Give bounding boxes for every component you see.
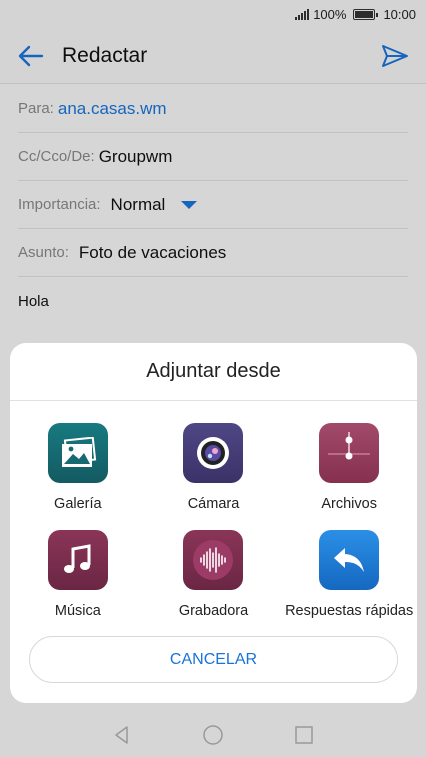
system-nav-bar bbox=[0, 713, 426, 757]
attach-option-gallery[interactable]: Galería bbox=[10, 423, 146, 512]
sheet-title: Adjuntar desde bbox=[10, 343, 417, 401]
attach-option-files[interactable]: Archivos bbox=[281, 423, 417, 512]
nav-home-icon[interactable] bbox=[202, 724, 224, 746]
nav-recents-icon[interactable] bbox=[294, 725, 314, 745]
attach-options: Galería Cámara Archivos Música Grabadora bbox=[10, 423, 417, 619]
app-label: Música bbox=[54, 603, 101, 619]
camera-icon[interactable] bbox=[183, 423, 244, 483]
app-label: Grabadora bbox=[178, 603, 249, 619]
attach-option-music[interactable]: Música bbox=[10, 530, 146, 619]
gallery-icon[interactable] bbox=[47, 423, 108, 483]
nav-back-icon[interactable] bbox=[112, 725, 132, 745]
app-label: Cámara bbox=[187, 496, 240, 512]
files-icon[interactable] bbox=[319, 423, 380, 483]
app-label: Galería bbox=[54, 496, 102, 512]
attach-option-camera[interactable]: Cámara bbox=[146, 423, 282, 512]
music-icon[interactable] bbox=[47, 530, 108, 590]
attach-option-quick-replies[interactable]: Respuestas rápidas bbox=[281, 530, 417, 619]
quick-reply-icon[interactable] bbox=[319, 530, 380, 590]
app-label: Archivos bbox=[321, 496, 377, 512]
app-label: Respuestas rápidas bbox=[285, 603, 414, 619]
recorder-icon[interactable] bbox=[183, 530, 244, 590]
attach-option-recorder[interactable]: Grabadora bbox=[146, 530, 282, 619]
cancel-button[interactable]: CANCELAR bbox=[29, 636, 398, 683]
attach-sheet: Adjuntar desde Galería Cámara Archivos M… bbox=[10, 343, 417, 703]
